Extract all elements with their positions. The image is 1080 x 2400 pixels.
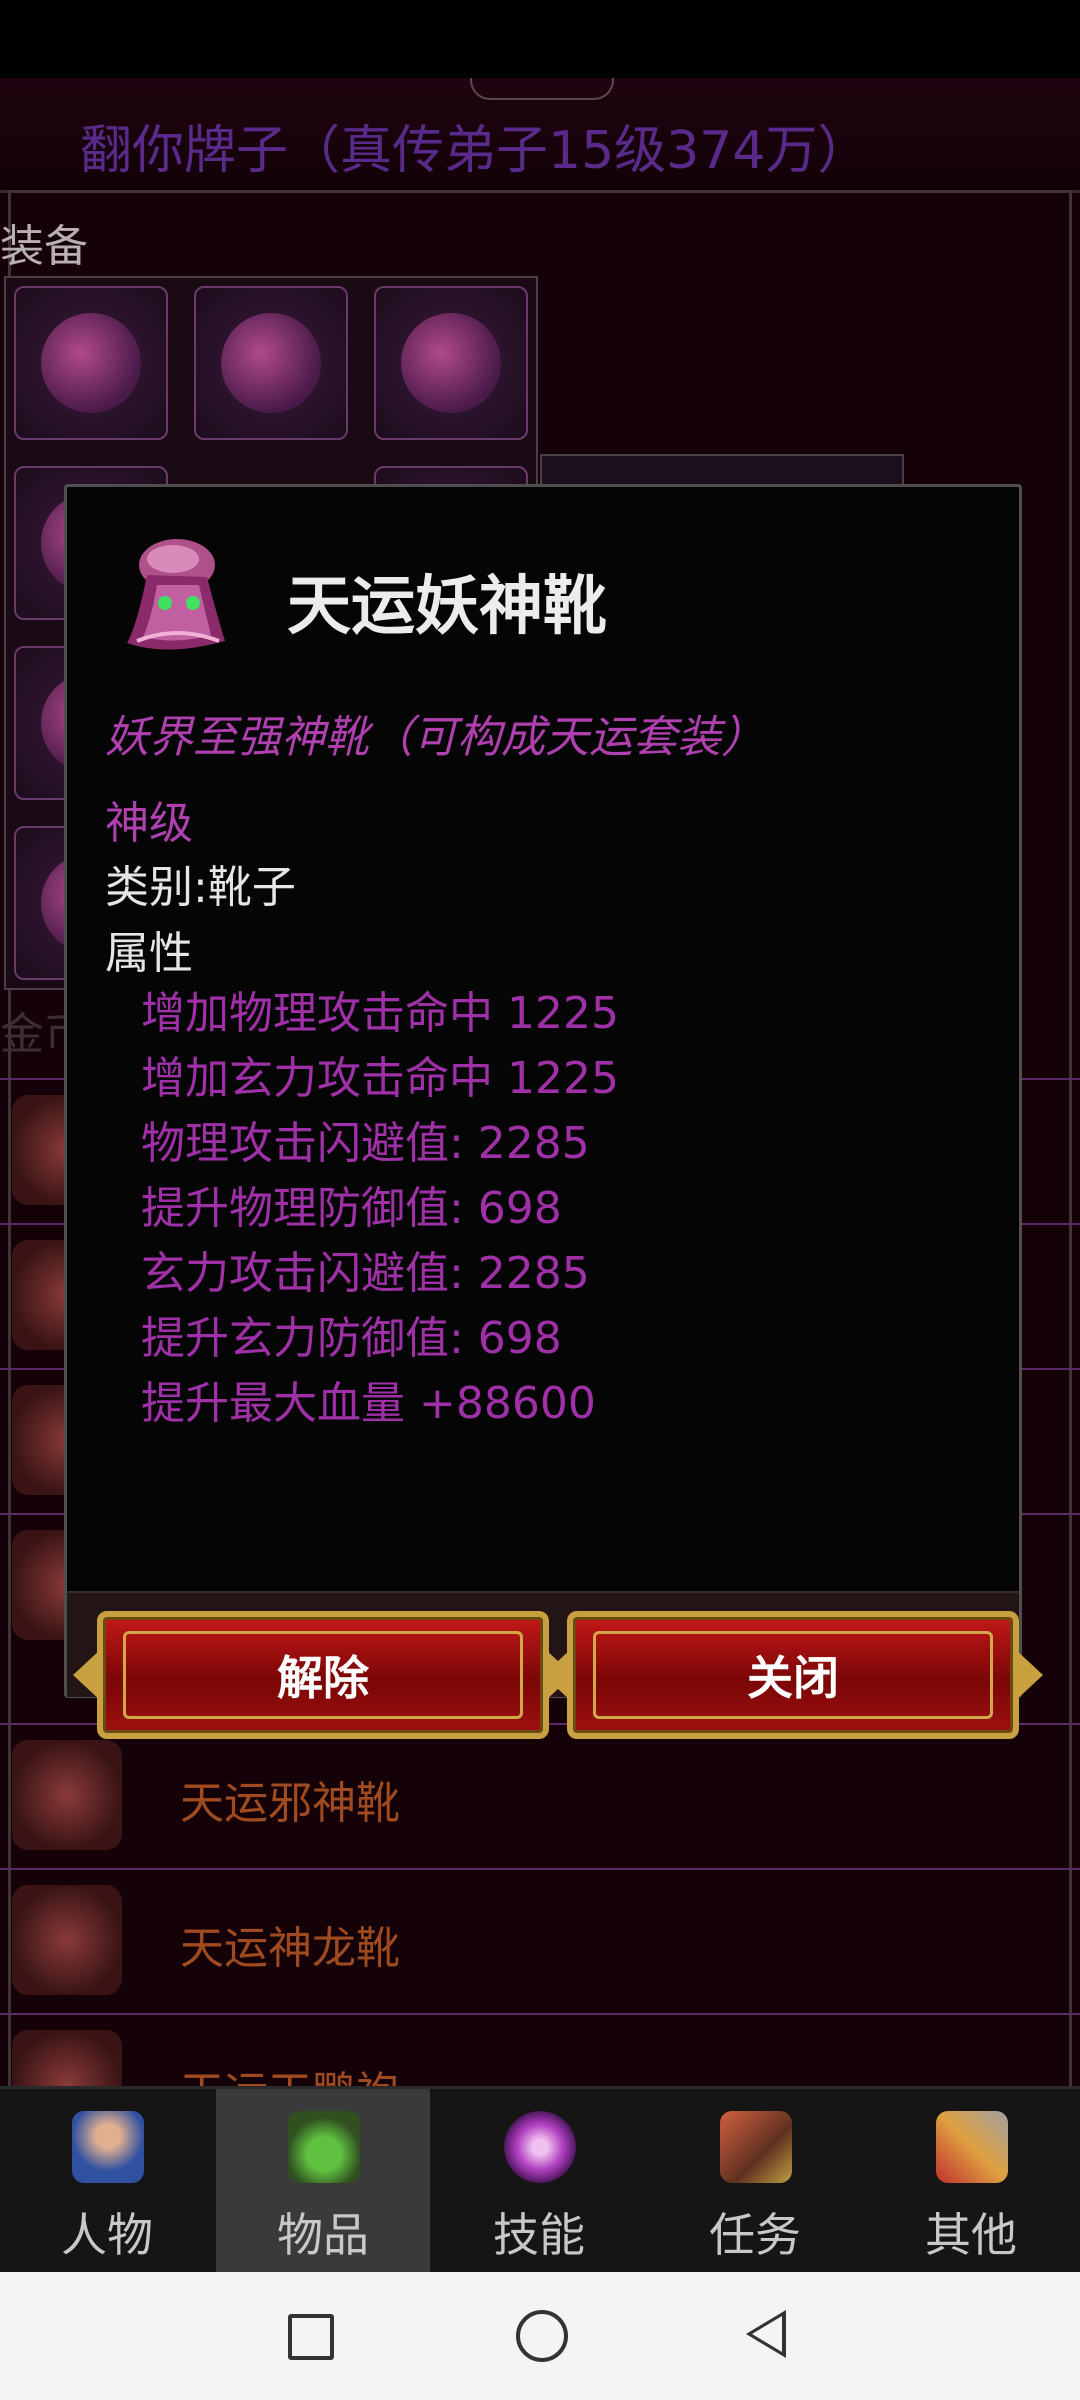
attribute-line: 提升玄力防御值: 698	[141, 1313, 562, 1364]
list-item[interactable]: 天运天鹏袍	[0, 2013, 1080, 2086]
status-bar	[0, 0, 1080, 78]
misc-icon	[936, 2111, 1008, 2183]
equipment-label: 装备	[0, 221, 88, 272]
attributes-title: 属性	[105, 928, 193, 979]
bottom-tab-bar: 人物 物品 技能 任务 其他	[0, 2086, 1080, 2275]
recents-icon[interactable]	[288, 2314, 334, 2360]
equip-slot-weapon[interactable]	[374, 286, 528, 440]
attribute-list: 增加物理攻击命中 1225 增加玄力攻击命中 1225 物理攻击闪避值: 228…	[141, 981, 619, 1436]
boots-item-icon	[12, 1740, 122, 1850]
unequip-button[interactable]: 解除	[73, 1611, 573, 1739]
attribute-line: 玄力攻击闪避值: 2285	[141, 1248, 590, 1299]
list-item[interactable]: 天运神龙靴	[0, 1868, 1080, 2015]
list-item-name: 天运邪神靴	[180, 1778, 400, 1829]
potion-icon	[288, 2111, 360, 2183]
attribute-line: 增加玄力攻击命中 1225	[141, 1053, 619, 1104]
unequip-button-label: 解除	[277, 1651, 369, 1705]
title-bar: 翻你牌子（真传弟子15级374万）	[0, 78, 1080, 193]
close-button[interactable]: 关闭	[543, 1611, 1043, 1739]
robe-item-icon	[12, 2030, 122, 2086]
tab-label: 任务	[709, 2208, 801, 2262]
tab-items[interactable]: 物品	[216, 2089, 430, 2275]
tab-label: 物品	[277, 2208, 369, 2262]
quest-icon	[720, 2111, 792, 2183]
tab-label: 技能	[493, 2208, 585, 2262]
item-type: 类别:靴子	[105, 862, 296, 913]
item-description: 妖界至强神靴（可构成天运套装）	[105, 712, 765, 763]
page-title: 翻你牌子（真传弟子15级374万）	[80, 121, 870, 181]
system-nav-bar	[0, 2272, 1080, 2400]
boots-icon	[127, 539, 225, 650]
boots-item-icon	[12, 1885, 122, 1995]
character-icon	[72, 2111, 144, 2183]
attribute-line: 提升最大血量 +88600	[141, 1378, 596, 1429]
item-name: 天运妖神靴	[287, 570, 607, 644]
list-item-name: 天运天鹏袍	[180, 2057, 400, 2086]
attribute-line: 提升物理防御值: 698	[141, 1183, 562, 1234]
home-icon[interactable]	[516, 2310, 568, 2362]
tab-label: 人物	[61, 2208, 153, 2262]
tab-character[interactable]: 人物	[0, 2089, 214, 2275]
list-item[interactable]: 天运邪神靴	[0, 1723, 1080, 1870]
tab-skills[interactable]: 技能	[432, 2089, 646, 2275]
dialog-button-bar: 解除 关闭	[67, 1591, 1043, 1739]
item-grade: 神级	[105, 798, 193, 849]
list-item-name: 天运神龙靴	[180, 1923, 400, 1974]
title-ornament	[470, 78, 614, 100]
equip-slot-necklace[interactable]	[194, 286, 348, 440]
skill-swirl-icon	[504, 2111, 576, 2183]
equip-slot-helmet[interactable]	[14, 286, 168, 440]
close-button-label: 关闭	[747, 1651, 839, 1705]
tab-other[interactable]: 其他	[864, 2089, 1078, 2275]
tab-label: 其他	[925, 2208, 1017, 2262]
attribute-line: 物理攻击闪避值: 2285	[141, 1118, 590, 1169]
tab-quests[interactable]: 任务	[648, 2089, 862, 2275]
attribute-line: 增加物理攻击命中 1225	[141, 988, 619, 1039]
item-detail-dialog: 天运妖神靴 妖界至强神靴（可构成天运套装） 神级 类别:靴子 属性 增加物理攻击…	[64, 484, 1043, 1739]
